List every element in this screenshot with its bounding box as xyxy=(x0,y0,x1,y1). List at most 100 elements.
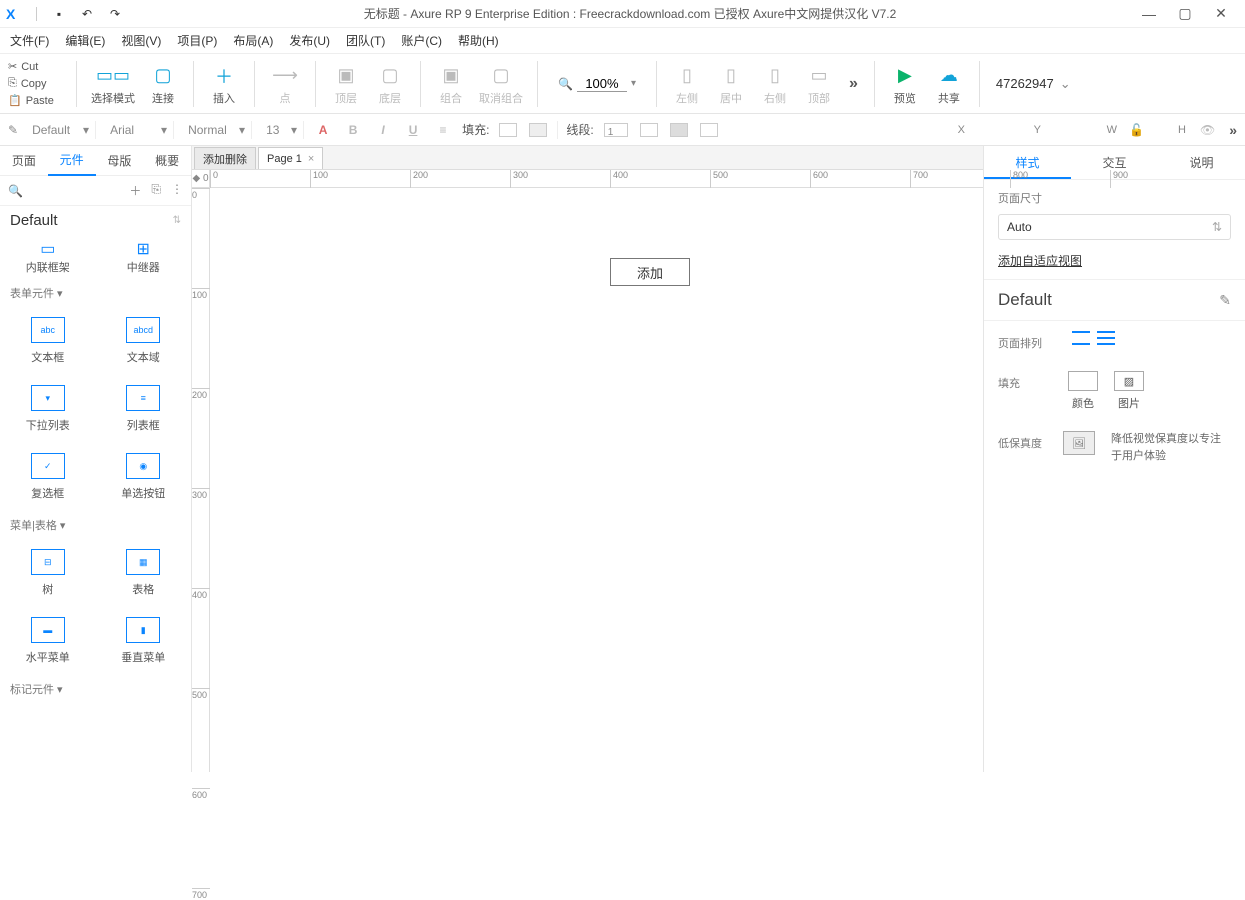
widget-item[interactable]: abcd文本域 xyxy=(96,307,192,375)
fill-swatch-2[interactable] xyxy=(529,123,547,137)
group-button[interactable]: ▣组合 xyxy=(429,57,473,111)
align-option-2[interactable] xyxy=(1097,331,1115,345)
bring-front-button[interactable]: ▣顶层 xyxy=(324,57,368,111)
page-tab[interactable]: Page 1× xyxy=(258,147,323,169)
paste-button[interactable]: 📋Paste xyxy=(6,93,68,108)
edit-icon[interactable]: ✎ xyxy=(1219,292,1231,309)
zoom-input[interactable] xyxy=(577,76,627,92)
library-options-button[interactable]: ⎘ xyxy=(151,182,161,199)
add-viewport-link[interactable]: 添加自适应视图 xyxy=(998,254,1082,268)
add-library-button[interactable]: ＋ xyxy=(129,182,141,199)
align-top-button[interactable]: ▭顶部 xyxy=(797,57,841,111)
select-mode-button[interactable]: ▭▭选择模式 xyxy=(85,57,141,111)
visibility-icon[interactable]: 👁 xyxy=(1200,123,1215,137)
library-selector[interactable]: Default⇅ xyxy=(0,206,191,235)
widget-icon: ⊟ xyxy=(31,549,65,575)
italic-button[interactable]: I xyxy=(372,123,394,137)
widget-repeater[interactable]: ⊞中继器 xyxy=(96,239,192,275)
minimize-button[interactable]: — xyxy=(1131,6,1167,22)
canvas-stage[interactable]: 添加 xyxy=(210,188,983,772)
align-option-1[interactable] xyxy=(1072,331,1090,345)
tab-notes[interactable]: 说明 xyxy=(1158,146,1245,179)
size-dropdown[interactable]: 13▾ xyxy=(260,121,304,139)
ribbon-more-button[interactable]: » xyxy=(849,75,858,93)
search-icon[interactable]: 🔍 xyxy=(8,184,23,198)
save-icon[interactable]: ▪ xyxy=(49,7,69,21)
fill-color-option[interactable]: 颜色 xyxy=(1068,371,1098,411)
close-tab-icon[interactable]: × xyxy=(308,153,314,165)
point-button[interactable]: ⟶点 xyxy=(263,57,307,111)
format-more-button[interactable]: » xyxy=(1229,122,1237,138)
widget-item[interactable]: ◉单选按钮 xyxy=(96,443,192,511)
chevron-down-icon[interactable]: ▾ xyxy=(631,78,636,89)
send-back-button[interactable]: ▢底层 xyxy=(368,57,412,111)
widget-item[interactable]: ⊟树 xyxy=(0,539,96,607)
preview-button[interactable]: ▶预览 xyxy=(883,57,927,111)
lofi-icon[interactable]: 🖼 xyxy=(1063,431,1095,455)
list-button[interactable]: ≡ xyxy=(432,123,454,137)
align-right-button[interactable]: ▯右侧 xyxy=(753,57,797,111)
tab-pages[interactable]: 页面 xyxy=(0,146,48,175)
page-tab[interactable]: 添加删除 xyxy=(194,147,256,169)
menu-file[interactable]: 文件(F) xyxy=(10,32,49,49)
align-center-button[interactable]: ▯居中 xyxy=(709,57,753,111)
library-menu-button[interactable]: ⋮ xyxy=(171,182,183,199)
widget-item[interactable]: ≡列表框 xyxy=(96,375,192,443)
line-style[interactable] xyxy=(670,123,688,137)
chevron-down-icon: ⌄ xyxy=(1060,76,1071,92)
widget-item[interactable]: ▬水平菜单 xyxy=(0,607,96,675)
tab-widgets[interactable]: 元件 xyxy=(48,146,96,176)
ungroup-button[interactable]: ▢取消组合 xyxy=(473,57,529,111)
maximize-button[interactable]: ▢ xyxy=(1167,5,1203,22)
menu-layout[interactable]: 布局(A) xyxy=(233,32,273,49)
menu-publish[interactable]: 发布(U) xyxy=(289,32,330,49)
menu-project[interactable]: 项目(P) xyxy=(177,32,217,49)
arrow-swatch[interactable] xyxy=(700,123,718,137)
lock-icon[interactable]: 🔓 xyxy=(1129,123,1144,137)
fill-image-option[interactable]: ▨图片 xyxy=(1114,371,1144,411)
page-size-select[interactable]: Auto⇅ xyxy=(998,214,1231,240)
close-button[interactable]: ✕ xyxy=(1203,5,1239,22)
widget-inline-frame[interactable]: ▭内联框架 xyxy=(0,239,96,275)
section-form[interactable]: 表单元件 ▾ xyxy=(0,279,191,307)
underline-button[interactable]: U xyxy=(402,123,424,137)
section-menu[interactable]: 菜单|表格 ▾ xyxy=(0,511,191,539)
text-color-icon[interactable]: A xyxy=(312,123,334,137)
line-weight[interactable]: 1 xyxy=(604,123,628,137)
ruler-origin[interactable]: ◆ 0 xyxy=(192,170,210,188)
connect-button[interactable]: ▢连接 xyxy=(141,57,185,111)
zoom-control[interactable]: 🔍 ▾ xyxy=(558,76,636,92)
line-color[interactable] xyxy=(640,123,658,137)
style-default-header[interactable]: Default✎ xyxy=(984,280,1245,321)
menu-view[interactable]: 视图(V) xyxy=(121,32,161,49)
redo-icon[interactable]: ↷ xyxy=(105,7,125,21)
style-dropdown[interactable]: Default▾ xyxy=(26,121,96,139)
cut-button[interactable]: ✂Cut xyxy=(6,59,68,74)
menu-account[interactable]: 账户(C) xyxy=(401,32,442,49)
widget-item[interactable]: ▦表格 xyxy=(96,539,192,607)
menu-team[interactable]: 团队(T) xyxy=(346,32,385,49)
menu-help[interactable]: 帮助(H) xyxy=(458,32,499,49)
repeater-icon: ⊞ xyxy=(96,239,192,259)
section-mark[interactable]: 标记元件 ▾ xyxy=(0,675,191,703)
menu-edit[interactable]: 编辑(E) xyxy=(65,32,105,49)
tab-outline[interactable]: 概要 xyxy=(143,146,191,175)
align-left-button[interactable]: ▯左侧 xyxy=(665,57,709,111)
account-display[interactable]: 47262947 ⌄ xyxy=(996,76,1071,92)
widget-item[interactable]: ▮垂直菜单 xyxy=(96,607,192,675)
widget-icon: ✓ xyxy=(31,453,65,479)
bold-button[interactable]: B xyxy=(342,123,364,137)
widget-item[interactable]: ✓复选框 xyxy=(0,443,96,511)
align-right-icon: ▯ xyxy=(770,62,780,90)
canvas-widget-button[interactable]: 添加 xyxy=(610,258,690,286)
undo-icon[interactable]: ↶ xyxy=(77,7,97,21)
insert-button[interactable]: ＋插入 xyxy=(202,57,246,111)
widget-item[interactable]: abc文本框 xyxy=(0,307,96,375)
weight-dropdown[interactable]: Normal▾ xyxy=(182,121,252,139)
tab-masters[interactable]: 母版 xyxy=(96,146,144,175)
copy-button[interactable]: ⎘Copy xyxy=(6,76,68,91)
fill-swatch[interactable] xyxy=(499,123,517,137)
widget-item[interactable]: ▾下拉列表 xyxy=(0,375,96,443)
font-dropdown[interactable]: Arial▾ xyxy=(104,121,174,139)
share-button[interactable]: ☁共享 xyxy=(927,57,971,111)
